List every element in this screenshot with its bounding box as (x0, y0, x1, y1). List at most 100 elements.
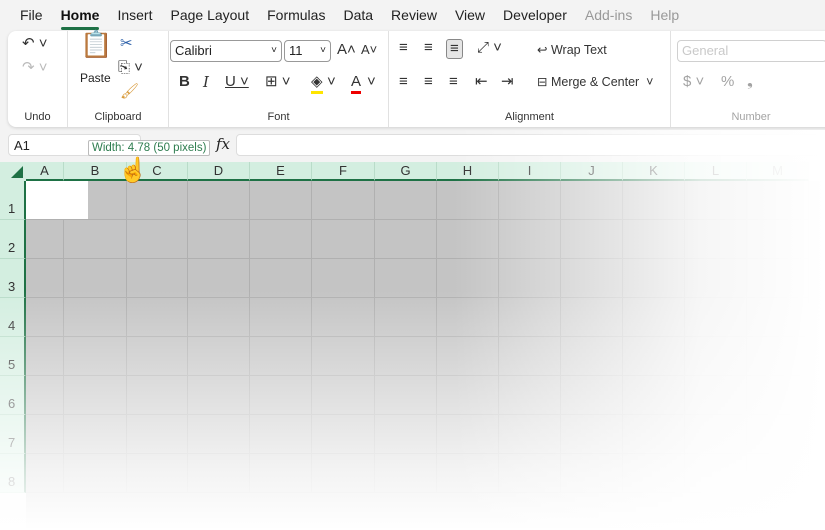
cell-E6[interactable] (250, 376, 312, 415)
cell-E8[interactable] (250, 454, 312, 493)
cell-D2[interactable] (188, 220, 250, 259)
cell-M8[interactable] (747, 454, 809, 493)
cell-M7[interactable] (747, 415, 809, 454)
cell-C7[interactable] (127, 415, 188, 454)
cell-D3[interactable] (188, 259, 250, 298)
cell-E4[interactable] (250, 298, 312, 337)
paste-button[interactable]: Paste (80, 71, 111, 85)
font-name-select[interactable]: Calibri ˅ (170, 40, 282, 62)
cell-F3[interactable] (312, 259, 375, 298)
cell-K8[interactable] (623, 454, 685, 493)
cell-F5[interactable] (312, 337, 375, 376)
cell-G5[interactable] (375, 337, 437, 376)
comma-icon[interactable]: ❟ (747, 73, 753, 91)
cell-J7[interactable] (561, 415, 623, 454)
cell-M4[interactable] (747, 298, 809, 337)
cell-H2[interactable] (437, 220, 499, 259)
cell-A5[interactable] (26, 337, 64, 376)
cell-C6[interactable] (127, 376, 188, 415)
menu-add-ins[interactable]: Add-ins (585, 3, 632, 27)
underline-icon[interactable]: U ˅ (225, 73, 249, 91)
cell-J6[interactable] (561, 376, 623, 415)
cell-B7[interactable] (64, 415, 127, 454)
align-top-icon[interactable]: ≡ (399, 39, 408, 57)
cell-H1[interactable] (437, 181, 499, 220)
cell-L5[interactable] (685, 337, 747, 376)
cell-I1[interactable] (499, 181, 561, 220)
align-bottom-icon[interactable]: ≡ (446, 39, 463, 59)
decrease-indent-icon[interactable]: ⇤ (475, 73, 488, 91)
cell-C2[interactable] (127, 220, 188, 259)
align-center-icon[interactable]: ≡ (424, 73, 433, 91)
cell-D8[interactable] (188, 454, 250, 493)
cell-B5[interactable] (64, 337, 127, 376)
cell-E7[interactable] (250, 415, 312, 454)
row-header-4[interactable]: 4 (0, 298, 26, 337)
cell-C3[interactable] (127, 259, 188, 298)
column-header-E[interactable]: E (250, 162, 312, 181)
cell-E2[interactable] (250, 220, 312, 259)
align-middle-icon[interactable]: ≡ (424, 39, 433, 57)
cell-M5[interactable] (747, 337, 809, 376)
cell-L6[interactable] (685, 376, 747, 415)
cell-A8[interactable] (26, 454, 64, 493)
cell-K7[interactable] (623, 415, 685, 454)
column-header-M[interactable]: M (747, 162, 809, 181)
cell-G2[interactable] (375, 220, 437, 259)
column-header-I[interactable]: I (499, 162, 561, 181)
column-header-H[interactable]: H (437, 162, 499, 181)
format-painter-icon[interactable]: 🖌 (120, 83, 139, 101)
cell-K5[interactable] (623, 337, 685, 376)
cell-M2[interactable] (747, 220, 809, 259)
cell-E1[interactable] (250, 181, 312, 220)
column-header-K[interactable]: K (623, 162, 685, 181)
cell-B3[interactable] (64, 259, 127, 298)
copy-icon[interactable]: ⎘ ˅ (118, 59, 143, 77)
cell-L2[interactable] (685, 220, 747, 259)
cell-F1[interactable] (312, 181, 375, 220)
cell-D5[interactable] (188, 337, 250, 376)
bold-icon[interactable]: B (179, 73, 190, 91)
column-header-J[interactable]: J (561, 162, 623, 181)
cell-L4[interactable] (685, 298, 747, 337)
borders-icon[interactable]: ⊞ ˅ (265, 73, 291, 91)
menu-review[interactable]: Review (391, 3, 437, 27)
cell-I7[interactable] (499, 415, 561, 454)
row-header-1[interactable]: 1 (0, 181, 26, 220)
menu-file[interactable]: File (20, 3, 43, 27)
row-header-8[interactable]: 8 (0, 454, 26, 493)
cell-F6[interactable] (312, 376, 375, 415)
cell-D6[interactable] (188, 376, 250, 415)
fill-color-icon[interactable]: ◈ (311, 73, 323, 94)
cell-C5[interactable] (127, 337, 188, 376)
cell-I5[interactable] (499, 337, 561, 376)
cell-C4[interactable] (127, 298, 188, 337)
number-format-select[interactable]: General (677, 40, 825, 62)
cell-G1[interactable] (375, 181, 437, 220)
cell-M1[interactable] (747, 181, 809, 220)
font-size-select[interactable]: 11 ˅ (284, 40, 331, 62)
orientation-icon[interactable]: ⤢ ˅ (477, 39, 502, 57)
cell-K2[interactable] (623, 220, 685, 259)
undo-icon[interactable]: ↶ ˅ (22, 35, 48, 53)
merge-center-button[interactable]: ⊟ Merge & Center ˅ (537, 73, 653, 91)
formula-input[interactable] (236, 134, 825, 156)
cell-H8[interactable] (437, 454, 499, 493)
cell-I2[interactable] (499, 220, 561, 259)
align-right-icon[interactable]: ≡ (449, 73, 458, 91)
cell-L7[interactable] (685, 415, 747, 454)
menu-view[interactable]: View (455, 3, 485, 27)
fx-icon[interactable]: fx (216, 135, 230, 153)
cell-F4[interactable] (312, 298, 375, 337)
row-header-6[interactable]: 6 (0, 376, 26, 415)
cell-L1[interactable] (685, 181, 747, 220)
cell-D1[interactable] (188, 181, 250, 220)
menu-insert[interactable]: Insert (117, 3, 152, 27)
cell-G3[interactable] (375, 259, 437, 298)
cell-M6[interactable] (747, 376, 809, 415)
menu-home[interactable]: Home (60, 3, 99, 30)
cell-K3[interactable] (623, 259, 685, 298)
cell-grid[interactable] (26, 181, 825, 530)
column-header-D[interactable]: D (188, 162, 250, 181)
row-header-5[interactable]: 5 (0, 337, 26, 376)
